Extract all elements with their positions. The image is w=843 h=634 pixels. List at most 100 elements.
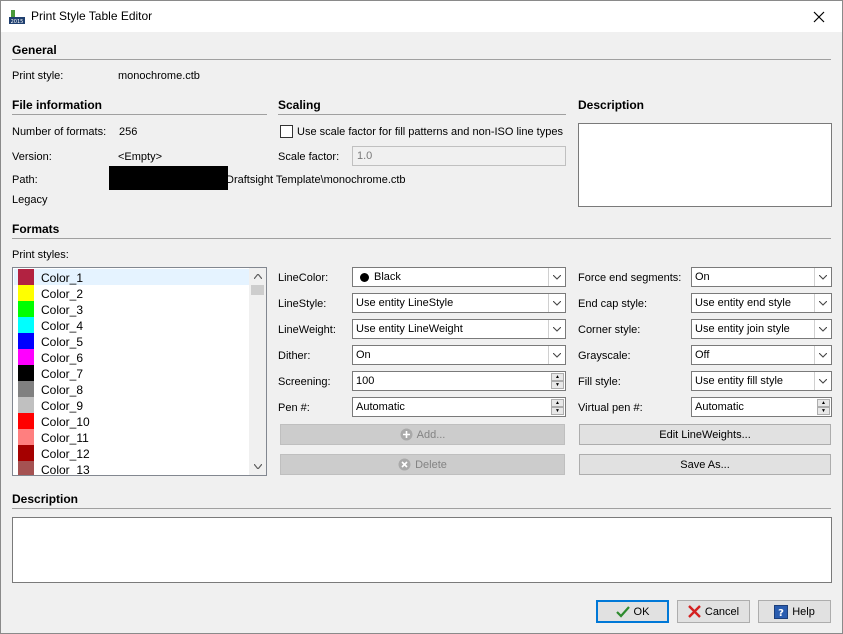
spin-up-icon[interactable]: ▲ bbox=[551, 373, 564, 381]
linestyle-label: LineStyle: bbox=[278, 298, 327, 310]
virtual-pen-value: Automatic bbox=[695, 401, 744, 413]
end-cap-select[interactable]: Use entity end style bbox=[691, 293, 832, 313]
chevron-up-icon bbox=[253, 274, 262, 279]
add-icon bbox=[400, 428, 413, 441]
list-item[interactable]: Color_12 bbox=[14, 445, 249, 461]
legacy-label: Legacy bbox=[12, 194, 48, 206]
linestyle-select[interactable]: Use entity LineStyle bbox=[352, 293, 566, 313]
corner-value: Use entity join style bbox=[695, 323, 790, 335]
scale-factor-input[interactable]: 1.0 bbox=[352, 146, 566, 166]
chevron-down-icon bbox=[814, 372, 831, 390]
list-item[interactable]: Color_2 bbox=[14, 285, 249, 301]
print-styles-label: Print styles: bbox=[12, 249, 69, 261]
pen-label: Pen #: bbox=[278, 402, 310, 414]
virtual-pen-spin-buttons[interactable]: ▲ ▼ bbox=[817, 399, 830, 415]
dither-select[interactable]: On bbox=[352, 345, 566, 365]
list-item[interactable]: Color_7 bbox=[14, 365, 249, 381]
grayscale-label: Grayscale: bbox=[578, 350, 631, 362]
pen-value: Automatic bbox=[356, 401, 405, 413]
force-end-label: Force end segments: bbox=[578, 272, 682, 284]
scroll-up-button[interactable] bbox=[249, 268, 266, 285]
end-cap-value: Use entity end style bbox=[695, 297, 791, 309]
list-item[interactable]: Color_13 bbox=[14, 461, 249, 476]
help-button[interactable]: ? Help bbox=[758, 600, 831, 623]
list-item[interactable]: Color_4 bbox=[14, 317, 249, 333]
general-section-title: General bbox=[12, 43, 57, 57]
lineweight-value: Use entity LineWeight bbox=[356, 323, 463, 335]
use-scale-checkbox[interactable] bbox=[280, 125, 293, 138]
screening-label: Screening: bbox=[278, 376, 331, 388]
save-as-button[interactable]: Save As... bbox=[579, 454, 831, 475]
lineweight-select[interactable]: Use entity LineWeight bbox=[352, 319, 566, 339]
cancel-button-label: Cancel bbox=[704, 605, 740, 618]
corner-select[interactable]: Use entity join style bbox=[691, 319, 832, 339]
spin-down-icon[interactable]: ▼ bbox=[551, 407, 564, 415]
file-info-separator bbox=[12, 114, 267, 115]
version-label: Version: bbox=[12, 151, 52, 163]
linecolor-value: Black bbox=[374, 271, 401, 283]
list-item-label: Color_7 bbox=[41, 367, 84, 381]
color-swatch bbox=[18, 445, 34, 461]
grayscale-select[interactable]: Off bbox=[691, 345, 832, 365]
spin-down-icon[interactable]: ▼ bbox=[817, 407, 830, 415]
chevron-down-icon bbox=[814, 346, 831, 364]
description-bottom-separator bbox=[12, 508, 831, 509]
delete-button-label: Delete bbox=[415, 458, 447, 471]
force-end-select[interactable]: On bbox=[691, 267, 832, 287]
app-icon: 2015 bbox=[9, 8, 25, 25]
add-button[interactable]: Add... bbox=[280, 424, 565, 445]
description-bottom-textarea[interactable] bbox=[12, 517, 832, 583]
checkmark-icon bbox=[615, 605, 630, 618]
list-item-label: Color_13 bbox=[41, 463, 90, 476]
virtual-pen-spinbox[interactable]: Automatic ▲ ▼ bbox=[691, 397, 832, 417]
scroll-down-button[interactable] bbox=[249, 458, 266, 475]
list-item[interactable]: Color_8 bbox=[14, 381, 249, 397]
fill-style-select[interactable]: Use entity fill style bbox=[691, 371, 832, 391]
list-item[interactable]: Color_5 bbox=[14, 333, 249, 349]
spin-up-icon[interactable]: ▲ bbox=[551, 399, 564, 407]
list-item[interactable]: Color_10 bbox=[14, 413, 249, 429]
list-item-label: Color_6 bbox=[41, 351, 84, 365]
list-item-label: Color_8 bbox=[41, 383, 84, 397]
pen-spin-buttons[interactable]: ▲ ▼ bbox=[551, 399, 564, 415]
svg-text:?: ? bbox=[778, 608, 784, 619]
list-item[interactable]: Color_9 bbox=[14, 397, 249, 413]
print-style-table-editor-window: 2015 Print Style Table Editor General Pr… bbox=[0, 0, 843, 634]
list-item[interactable]: Color_11 bbox=[14, 429, 249, 445]
color-swatch bbox=[18, 349, 34, 365]
scale-factor-label: Scale factor: bbox=[278, 151, 340, 163]
screening-spinbox[interactable]: 100 ▲ ▼ bbox=[352, 371, 566, 391]
delete-button[interactable]: Delete bbox=[280, 454, 565, 475]
lineweight-label: LineWeight: bbox=[278, 324, 336, 336]
spin-up-icon[interactable]: ▲ bbox=[817, 399, 830, 407]
print-styles-list[interactable]: Color_1 Color_2 Color_3 Color_4 Color_5 Color… bbox=[12, 267, 267, 476]
screening-spin-buttons[interactable]: ▲ ▼ bbox=[551, 373, 564, 389]
chevron-down-icon bbox=[548, 294, 565, 312]
print-styles-scrollbar[interactable] bbox=[249, 268, 266, 475]
chevron-down-icon bbox=[548, 320, 565, 338]
list-item[interactable]: Color_6 bbox=[14, 349, 249, 365]
edit-lineweights-button[interactable]: Edit LineWeights... bbox=[579, 424, 831, 445]
pen-spinbox[interactable]: Automatic ▲ ▼ bbox=[352, 397, 566, 417]
fill-style-label: Fill style: bbox=[578, 376, 621, 388]
formats-separator bbox=[12, 238, 831, 239]
linecolor-swatch-icon bbox=[360, 273, 369, 282]
ok-button[interactable]: OK bbox=[596, 600, 669, 623]
cancel-button[interactable]: Cancel bbox=[677, 600, 750, 623]
list-item-label: Color_11 bbox=[41, 431, 89, 445]
list-item[interactable]: Color_3 bbox=[14, 301, 249, 317]
linecolor-select[interactable]: Black bbox=[352, 267, 566, 287]
scroll-thumb[interactable] bbox=[251, 285, 264, 295]
list-item[interactable]: Color_1 bbox=[14, 269, 249, 285]
scaling-separator bbox=[278, 114, 566, 115]
list-item-label: Color_10 bbox=[41, 415, 90, 429]
delete-icon bbox=[398, 458, 411, 471]
spin-down-icon[interactable]: ▼ bbox=[551, 381, 564, 389]
description-top-textarea[interactable] bbox=[578, 123, 832, 207]
scaling-section-title: Scaling bbox=[278, 98, 321, 112]
color-swatch bbox=[18, 285, 34, 301]
close-button[interactable] bbox=[796, 1, 842, 32]
list-item-label: Color_2 bbox=[41, 287, 84, 301]
help-icon: ? bbox=[774, 604, 789, 619]
list-item-label: Color_9 bbox=[41, 399, 84, 413]
